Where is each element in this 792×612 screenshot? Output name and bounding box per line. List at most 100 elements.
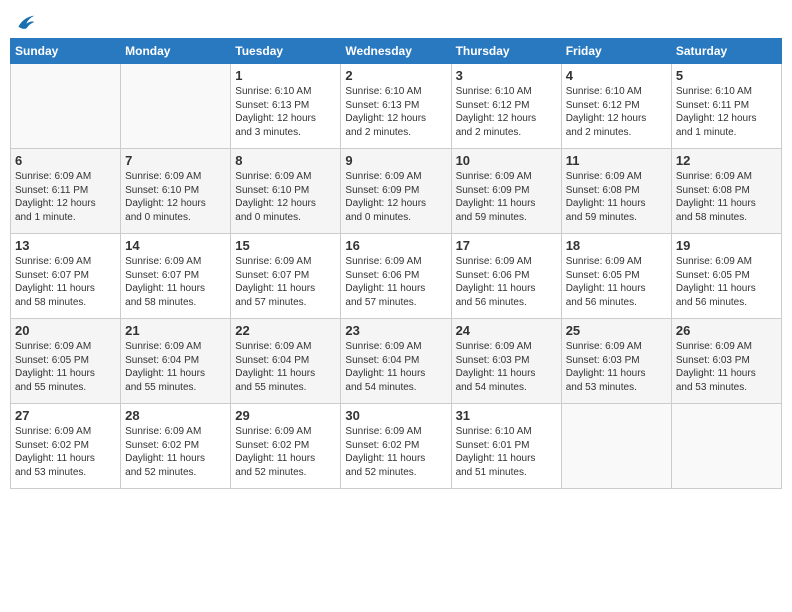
calendar-cell: 5 Sunrise: 6:10 AM Sunset: 6:11 PM Daylig… bbox=[671, 64, 781, 149]
cell-info: Sunrise: 6:09 AM Sunset: 6:05 PM Dayligh… bbox=[15, 340, 116, 394]
cell-info: Sunrise: 6:09 AM Sunset: 6:02 PM Dayligh… bbox=[15, 425, 116, 479]
cell-info: Sunrise: 6:09 AM Sunset: 6:02 PM Dayligh… bbox=[125, 425, 226, 479]
calendar-cell: 8 Sunrise: 6:09 AM Sunset: 6:10 PM Daylig… bbox=[231, 149, 341, 234]
calendar-cell: 12 Sunrise: 6:09 AM Sunset: 6:08 PM Dayli… bbox=[671, 149, 781, 234]
cell-info: Sunrise: 6:09 AM Sunset: 6:04 PM Dayligh… bbox=[345, 340, 446, 394]
calendar-cell: 11Sunrise: 6:09 AM Sunset: 6:08 PM Dayli… bbox=[561, 149, 671, 234]
cell-info: Sunrise: 6:10 AM Sunset: 6:13 PM Dayligh… bbox=[235, 85, 336, 139]
cell-info: Sunrise: 6:09 AM Sunset: 6:02 PM Dayligh… bbox=[235, 425, 336, 479]
week-row-5: 27 Sunrise: 6:09 AM Sunset: 6:02 PM Dayli… bbox=[11, 404, 782, 489]
day-number: 30 bbox=[345, 408, 446, 423]
cell-info: Sunrise: 6:10 AM Sunset: 6:11 PM Dayligh… bbox=[676, 85, 777, 139]
calendar-cell: 28 Sunrise: 6:09 AM Sunset: 6:02 PM Dayli… bbox=[121, 404, 231, 489]
calendar-cell: 15 Sunrise: 6:09 AM Sunset: 6:07 PM Dayli… bbox=[231, 234, 341, 319]
day-number: 13 bbox=[15, 238, 116, 253]
calendar-table: SundayMondayTuesdayWednesdayThursdayFrid… bbox=[10, 38, 782, 489]
day-number: 18 bbox=[566, 238, 667, 253]
calendar-cell: 31 Sunrise: 6:10 AM Sunset: 6:01 PM Dayli… bbox=[451, 404, 561, 489]
day-number: 7 bbox=[125, 153, 226, 168]
calendar-cell: 4 Sunrise: 6:10 AM Sunset: 6:12 PM Daylig… bbox=[561, 64, 671, 149]
cell-info: Sunrise: 6:09 AM Sunset: 6:08 PM Dayligh… bbox=[566, 170, 667, 224]
day-number: 26 bbox=[676, 323, 777, 338]
day-number: 12 bbox=[676, 153, 777, 168]
cell-info: Sunrise: 6:10 AM Sunset: 6:12 PM Dayligh… bbox=[456, 85, 557, 139]
calendar-cell bbox=[671, 404, 781, 489]
cell-info: Sunrise: 6:09 AM Sunset: 6:08 PM Dayligh… bbox=[676, 170, 777, 224]
day-number: 14 bbox=[125, 238, 226, 253]
cell-info: Sunrise: 6:09 AM Sunset: 6:06 PM Dayligh… bbox=[456, 255, 557, 309]
cell-info: Sunrise: 6:09 AM Sunset: 6:09 PM Dayligh… bbox=[345, 170, 446, 224]
day-number: 25 bbox=[566, 323, 667, 338]
cell-info: Sunrise: 6:09 AM Sunset: 6:05 PM Dayligh… bbox=[566, 255, 667, 309]
day-number: 29 bbox=[235, 408, 336, 423]
week-row-1: 1 Sunrise: 6:10 AM Sunset: 6:13 PM Daylig… bbox=[11, 64, 782, 149]
calendar-cell: 9 Sunrise: 6:09 AM Sunset: 6:09 PM Daylig… bbox=[341, 149, 451, 234]
cell-info: Sunrise: 6:09 AM Sunset: 6:03 PM Dayligh… bbox=[456, 340, 557, 394]
day-number: 15 bbox=[235, 238, 336, 253]
cell-info: Sunrise: 6:09 AM Sunset: 6:09 PM Dayligh… bbox=[456, 170, 557, 224]
cell-info: Sunrise: 6:09 AM Sunset: 6:07 PM Dayligh… bbox=[125, 255, 226, 309]
day-number: 9 bbox=[345, 153, 446, 168]
column-header-thursday: Thursday bbox=[451, 39, 561, 64]
column-header-wednesday: Wednesday bbox=[341, 39, 451, 64]
calendar-cell: 6Sunrise: 6:09 AM Sunset: 6:11 PM Daylig… bbox=[11, 149, 121, 234]
day-number: 17 bbox=[456, 238, 557, 253]
day-number: 31 bbox=[456, 408, 557, 423]
calendar-cell: 20Sunrise: 6:09 AM Sunset: 6:05 PM Dayli… bbox=[11, 319, 121, 404]
column-header-friday: Friday bbox=[561, 39, 671, 64]
calendar-cell: 10Sunrise: 6:09 AM Sunset: 6:09 PM Dayli… bbox=[451, 149, 561, 234]
cell-info: Sunrise: 6:09 AM Sunset: 6:05 PM Dayligh… bbox=[676, 255, 777, 309]
logo-bird-icon bbox=[12, 10, 36, 34]
day-number: 4 bbox=[566, 68, 667, 83]
cell-info: Sunrise: 6:09 AM Sunset: 6:07 PM Dayligh… bbox=[15, 255, 116, 309]
column-header-monday: Monday bbox=[121, 39, 231, 64]
calendar-cell: 7 Sunrise: 6:09 AM Sunset: 6:10 PM Daylig… bbox=[121, 149, 231, 234]
day-number: 27 bbox=[15, 408, 116, 423]
cell-info: Sunrise: 6:09 AM Sunset: 6:02 PM Dayligh… bbox=[345, 425, 446, 479]
cell-info: Sunrise: 6:09 AM Sunset: 6:04 PM Dayligh… bbox=[125, 340, 226, 394]
calendar-cell: 22Sunrise: 6:09 AM Sunset: 6:04 PM Dayli… bbox=[231, 319, 341, 404]
calendar-cell: 14 Sunrise: 6:09 AM Sunset: 6:07 PM Dayli… bbox=[121, 234, 231, 319]
calendar-cell: 13 Sunrise: 6:09 AM Sunset: 6:07 PM Dayli… bbox=[11, 234, 121, 319]
cell-info: Sunrise: 6:09 AM Sunset: 6:07 PM Dayligh… bbox=[235, 255, 336, 309]
day-number: 22 bbox=[235, 323, 336, 338]
week-row-3: 13 Sunrise: 6:09 AM Sunset: 6:07 PM Dayli… bbox=[11, 234, 782, 319]
day-number: 5 bbox=[676, 68, 777, 83]
column-header-sunday: Sunday bbox=[11, 39, 121, 64]
cell-info: Sunrise: 6:09 AM Sunset: 6:10 PM Dayligh… bbox=[125, 170, 226, 224]
day-number: 2 bbox=[345, 68, 446, 83]
calendar-cell bbox=[561, 404, 671, 489]
day-number: 3 bbox=[456, 68, 557, 83]
cell-info: Sunrise: 6:10 AM Sunset: 6:12 PM Dayligh… bbox=[566, 85, 667, 139]
day-number: 8 bbox=[235, 153, 336, 168]
cell-info: Sunrise: 6:09 AM Sunset: 6:03 PM Dayligh… bbox=[676, 340, 777, 394]
calendar-cell: 16Sunrise: 6:09 AM Sunset: 6:06 PM Dayli… bbox=[341, 234, 451, 319]
week-row-2: 6Sunrise: 6:09 AM Sunset: 6:11 PM Daylig… bbox=[11, 149, 782, 234]
calendar-cell: 26 Sunrise: 6:09 AM Sunset: 6:03 PM Dayli… bbox=[671, 319, 781, 404]
calendar-cell: 2 Sunrise: 6:10 AM Sunset: 6:13 PM Daylig… bbox=[341, 64, 451, 149]
calendar-cell: 29 Sunrise: 6:09 AM Sunset: 6:02 PM Dayli… bbox=[231, 404, 341, 489]
calendar-cell bbox=[11, 64, 121, 149]
day-number: 16 bbox=[345, 238, 446, 253]
day-number: 6 bbox=[15, 153, 116, 168]
day-number: 1 bbox=[235, 68, 336, 83]
week-row-4: 20Sunrise: 6:09 AM Sunset: 6:05 PM Dayli… bbox=[11, 319, 782, 404]
calendar-cell: 18 Sunrise: 6:09 AM Sunset: 6:05 PM Dayli… bbox=[561, 234, 671, 319]
calendar-cell: 25Sunrise: 6:09 AM Sunset: 6:03 PM Dayli… bbox=[561, 319, 671, 404]
calendar-cell: 19 Sunrise: 6:09 AM Sunset: 6:05 PM Dayli… bbox=[671, 234, 781, 319]
header-row: SundayMondayTuesdayWednesdayThursdayFrid… bbox=[11, 39, 782, 64]
calendar-cell bbox=[121, 64, 231, 149]
calendar-cell: 17 Sunrise: 6:09 AM Sunset: 6:06 PM Dayli… bbox=[451, 234, 561, 319]
cell-info: Sunrise: 6:09 AM Sunset: 6:10 PM Dayligh… bbox=[235, 170, 336, 224]
column-header-tuesday: Tuesday bbox=[231, 39, 341, 64]
cell-info: Sunrise: 6:10 AM Sunset: 6:01 PM Dayligh… bbox=[456, 425, 557, 479]
logo-text bbox=[10, 10, 36, 34]
day-number: 24 bbox=[456, 323, 557, 338]
cell-info: Sunrise: 6:10 AM Sunset: 6:13 PM Dayligh… bbox=[345, 85, 446, 139]
day-number: 28 bbox=[125, 408, 226, 423]
column-header-saturday: Saturday bbox=[671, 39, 781, 64]
day-number: 19 bbox=[676, 238, 777, 253]
calendar-cell: 21Sunrise: 6:09 AM Sunset: 6:04 PM Dayli… bbox=[121, 319, 231, 404]
calendar-cell: 27 Sunrise: 6:09 AM Sunset: 6:02 PM Dayli… bbox=[11, 404, 121, 489]
page-header bbox=[10, 10, 782, 30]
